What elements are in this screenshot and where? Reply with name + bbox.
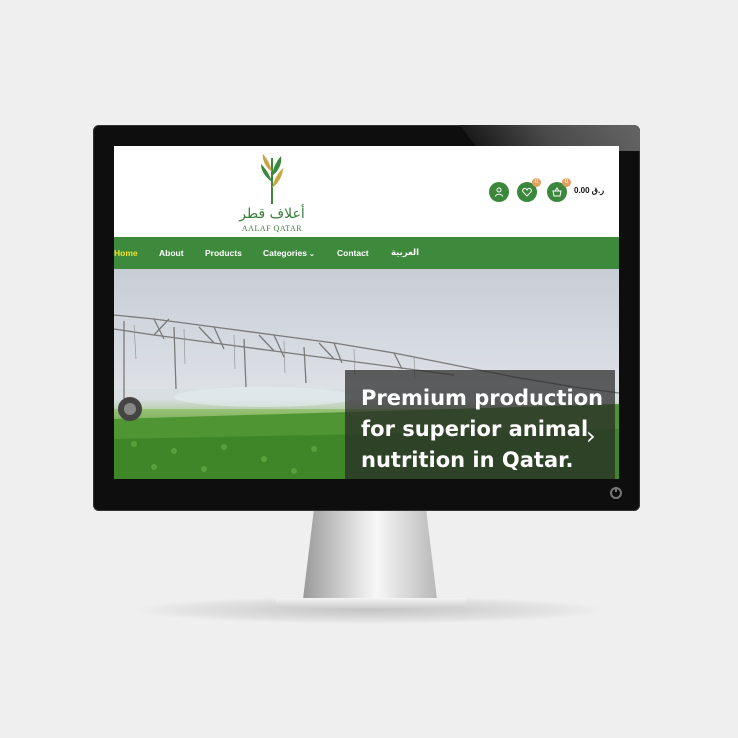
account-button[interactable] xyxy=(489,182,509,202)
user-icon xyxy=(495,187,503,197)
nav-item-home[interactable]: Home xyxy=(114,237,138,269)
chevron-down-icon: ⌄ xyxy=(308,251,315,258)
wishlist-count-badge: 0 xyxy=(532,178,541,187)
site-header: أعلاف قطر AALAF QATAR 0 0 0.00 ر.ق xyxy=(114,146,619,237)
nav-item-categories[interactable]: Categories ⌄ xyxy=(263,237,315,269)
hero-caption: Premium production for superior animal n… xyxy=(345,370,615,479)
nav-item-categories-label: Categories xyxy=(263,248,307,258)
nav-item-products[interactable]: Products xyxy=(205,237,242,269)
hero-line-1: Premium production xyxy=(361,386,604,410)
heart-icon xyxy=(522,187,532,197)
monitor-screen: أعلاف قطر AALAF QATAR 0 0 0.00 ر.ق Home … xyxy=(114,146,619,479)
hero-line-2: for superior animal xyxy=(361,417,589,441)
power-button-icon xyxy=(610,487,622,499)
hero-banner: Premium production for superior animal n… xyxy=(114,269,619,479)
cart-total: 0.00 ر.ق xyxy=(574,186,605,195)
basket-icon xyxy=(552,187,562,197)
hero-line-3: nutrition in Qatar. xyxy=(361,448,574,472)
brand-name-english: AALAF QATAR xyxy=(241,224,303,233)
brand-name-arabic: أعلاف قطر xyxy=(239,206,305,222)
nav-item-about[interactable]: About xyxy=(159,237,184,269)
nav-item-contact[interactable]: Contact xyxy=(337,237,369,269)
cart-count-badge: 0 xyxy=(562,178,571,187)
site-logo[interactable]: أعلاف قطر AALAF QATAR xyxy=(232,152,312,233)
monitor: أعلاف قطر AALAF QATAR 0 0 0.00 ر.ق Home … xyxy=(93,125,640,511)
monitor-stand-base xyxy=(276,598,466,608)
wishlist-button[interactable]: 0 xyxy=(517,178,541,202)
nav-item-arabic[interactable]: العربية xyxy=(391,237,419,269)
main-nav: Home About Products Categories ⌄ Contact … xyxy=(114,237,619,269)
cart-button[interactable]: 0 xyxy=(547,178,571,202)
monitor-stand-neck xyxy=(303,511,437,599)
wheat-logo-icon xyxy=(261,154,283,204)
chevron-right-icon[interactable]: › xyxy=(586,422,596,450)
